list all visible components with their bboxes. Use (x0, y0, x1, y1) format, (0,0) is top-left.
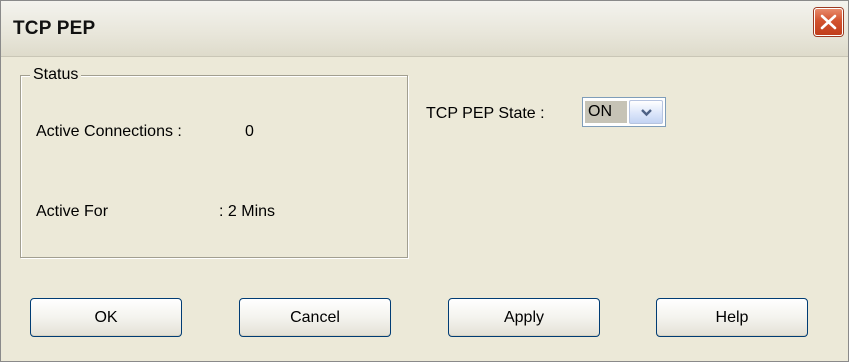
tcp-pep-dialog: TCP PEP Status Active Connections : 0 Ac… (0, 0, 849, 362)
tcp-pep-state-value: ON (585, 101, 627, 123)
title-bar[interactable]: TCP PEP (1, 1, 848, 57)
active-connections-label: Active Connections : (36, 123, 182, 140)
chevron-down-icon (641, 109, 652, 117)
ok-button[interactable]: OK (30, 298, 182, 337)
status-groupbox (20, 75, 408, 258)
tcp-pep-state-dropdown[interactable]: ON (582, 97, 666, 127)
active-connections-value: 0 (245, 123, 254, 140)
close-button[interactable] (814, 8, 843, 36)
window-title: TCP PEP (13, 18, 96, 39)
status-legend: Status (30, 66, 82, 84)
active-for-value: : 2 Mins (219, 203, 276, 220)
tcp-pep-state-label: TCP PEP State : (426, 105, 545, 122)
cancel-button[interactable]: Cancel (239, 298, 391, 337)
active-for-label: Active For (36, 203, 109, 220)
close-x-icon (820, 14, 837, 30)
help-button[interactable]: Help (656, 298, 808, 337)
apply-button[interactable]: Apply (448, 298, 600, 337)
dropdown-arrow-button[interactable] (629, 100, 663, 124)
